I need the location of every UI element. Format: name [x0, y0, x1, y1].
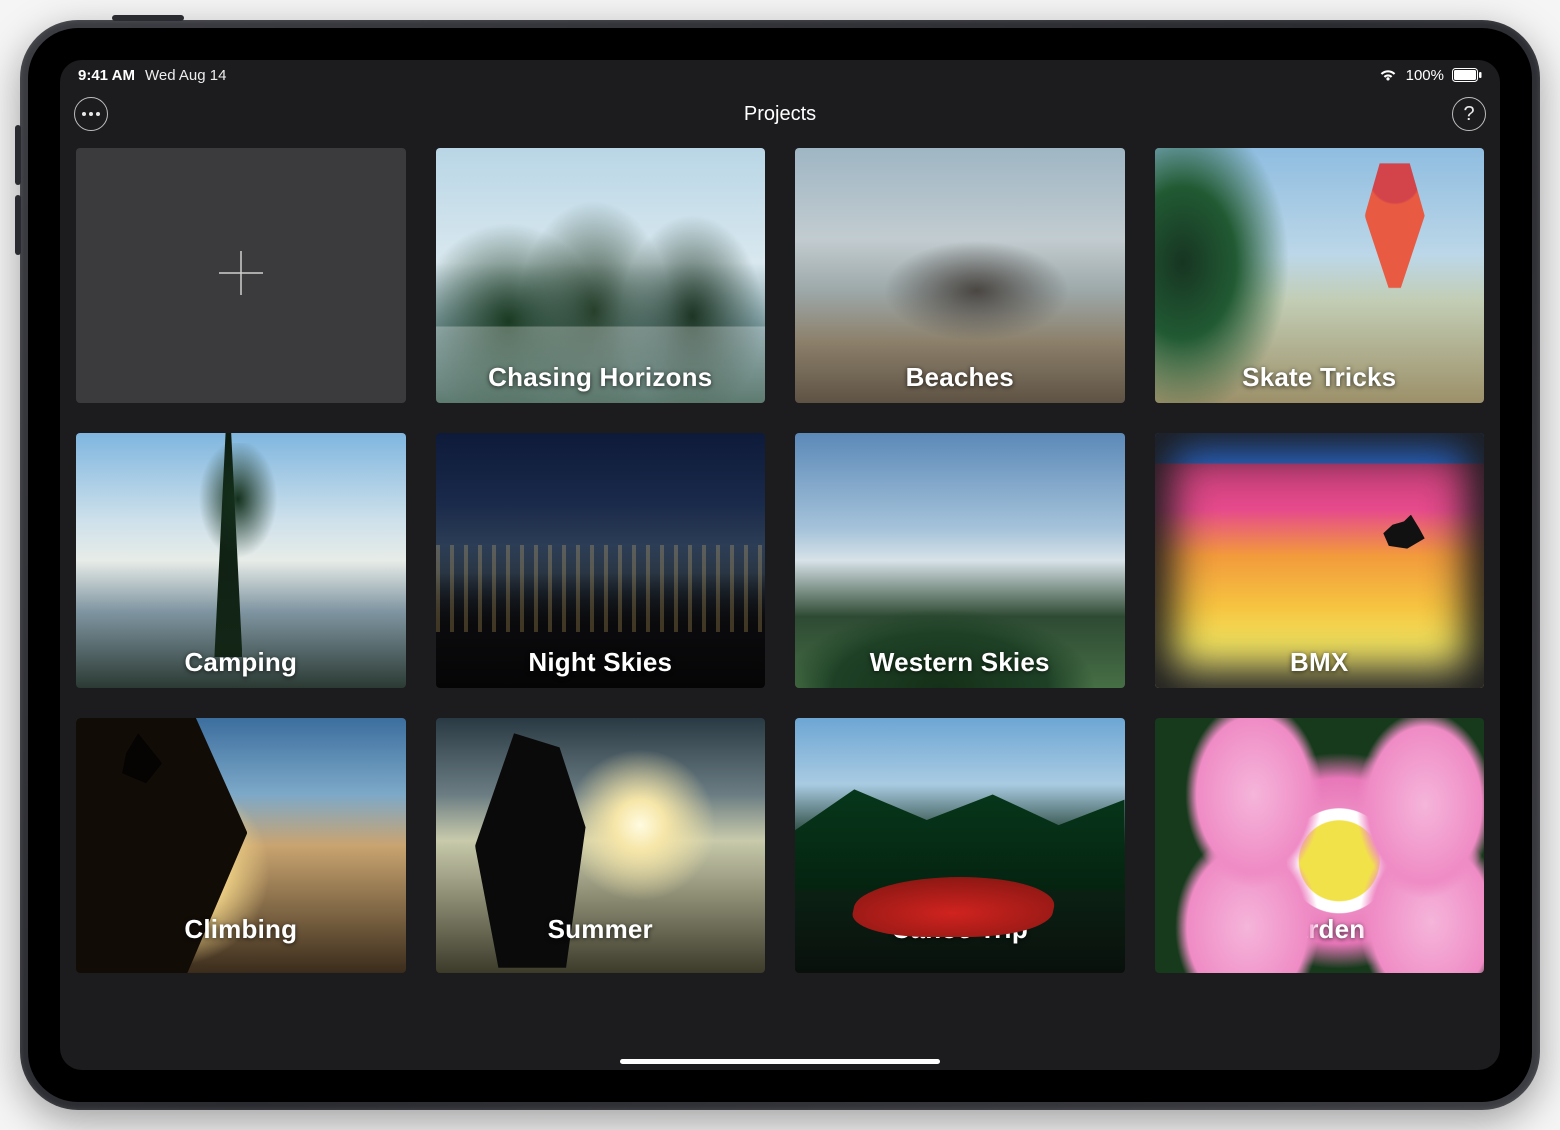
project-title: BMX: [1155, 647, 1485, 678]
project-tile-summer[interactable]: Summer: [436, 718, 766, 973]
screen: 9:41 AM Wed Aug 14 100%: [60, 60, 1500, 1070]
projects-grid: Chasing Horizons Beaches Skate Tricks Ca…: [60, 138, 1500, 1070]
project-title: Summer: [436, 914, 766, 945]
hardware-power-button: [112, 15, 184, 21]
status-bar: 9:41 AM Wed Aug 14 100%: [60, 60, 1500, 90]
wifi-icon: [1378, 68, 1398, 82]
project-tile-camping[interactable]: Camping: [76, 433, 406, 688]
plus-icon: [213, 245, 269, 306]
project-title: Canoe Trip: [795, 914, 1125, 945]
help-button[interactable]: ?: [1452, 97, 1486, 131]
page-title: Projects: [60, 103, 1500, 126]
status-date: Wed Aug 14: [145, 67, 226, 84]
project-tile-beaches[interactable]: Beaches: [795, 148, 1125, 403]
question-mark-icon: ?: [1463, 104, 1474, 124]
project-title: Western Skies: [795, 647, 1125, 678]
hardware-volume-down: [15, 195, 21, 255]
home-indicator[interactable]: [620, 1059, 940, 1064]
project-title: Skate Tricks: [1155, 362, 1485, 393]
project-tile-bmx[interactable]: BMX: [1155, 433, 1485, 688]
project-title: Night Skies: [436, 647, 766, 678]
project-tile-climbing[interactable]: Climbing: [76, 718, 406, 973]
nav-bar: Projects ?: [60, 90, 1500, 138]
project-title: Camping: [76, 647, 406, 678]
project-tile-night-skies[interactable]: Night Skies: [436, 433, 766, 688]
project-tile-garden[interactable]: Garden: [1155, 718, 1485, 973]
project-tile-canoe-trip[interactable]: Canoe Trip: [795, 718, 1125, 973]
project-title: Garden: [1155, 914, 1485, 945]
battery-percent: 100%: [1406, 67, 1444, 84]
project-title: Chasing Horizons: [436, 362, 766, 393]
project-tile-skate-tricks[interactable]: Skate Tricks: [1155, 148, 1485, 403]
status-left: 9:41 AM Wed Aug 14: [78, 67, 226, 84]
more-options-button[interactable]: [74, 97, 108, 131]
project-tile-chasing-horizons[interactable]: Chasing Horizons: [436, 148, 766, 403]
ipad-frame: 9:41 AM Wed Aug 14 100%: [20, 20, 1540, 1110]
status-time: 9:41 AM: [78, 67, 135, 84]
ellipsis-icon: [82, 112, 100, 116]
project-tile-western-skies[interactable]: Western Skies: [795, 433, 1125, 688]
project-title: Beaches: [795, 362, 1125, 393]
ipad-bezel: 9:41 AM Wed Aug 14 100%: [28, 28, 1532, 1102]
battery-icon: [1452, 68, 1482, 82]
hardware-volume-up: [15, 125, 21, 185]
project-title: Climbing: [76, 914, 406, 945]
status-right: 100%: [1378, 67, 1482, 84]
new-project-tile[interactable]: [76, 148, 406, 403]
